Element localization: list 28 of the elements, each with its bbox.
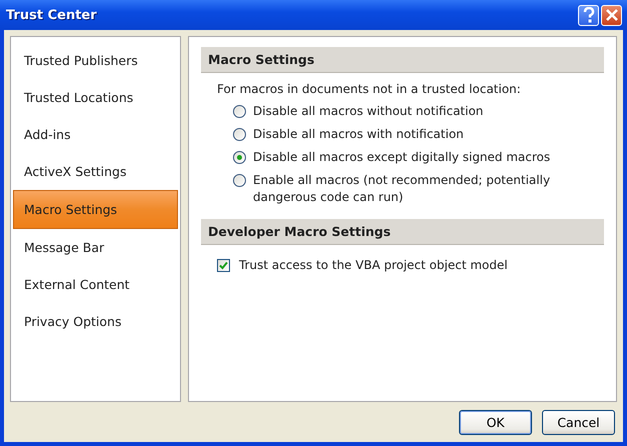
option-label: Trust access to the VBA project object model xyxy=(239,257,509,274)
radio-button[interactable] xyxy=(233,151,246,164)
help-button[interactable] xyxy=(578,4,599,26)
sidebar-item[interactable]: Macro Settings xyxy=(13,190,178,229)
sidebar-item[interactable]: Trusted Locations xyxy=(11,79,180,116)
radio-button[interactable] xyxy=(233,174,246,187)
help-icon xyxy=(582,7,596,23)
section-header: Macro Settings xyxy=(201,47,604,73)
close-button[interactable] xyxy=(601,4,622,26)
sidebar-item[interactable]: Message Bar xyxy=(11,229,180,266)
sidebar-item[interactable]: Privacy Options xyxy=(11,303,180,340)
option-label: Disable all macros except digitally signed macros xyxy=(253,149,552,166)
option-label: Disable all macros without notification xyxy=(253,103,484,120)
option-label: Disable all macros with notification xyxy=(253,126,465,143)
sidebar-item[interactable]: External Content xyxy=(11,266,180,303)
sidebar-item[interactable]: ActiveX Settings xyxy=(11,153,180,190)
sidebar-item[interactable]: Add-ins xyxy=(11,116,180,153)
window-title: Trust Center xyxy=(6,8,97,22)
option-label: Enable all macros (not recommended; potentially dangerous code can run) xyxy=(253,172,552,206)
close-icon xyxy=(604,8,618,22)
intro-text: For macros in documents not in a trusted location: xyxy=(217,82,522,96)
radio-button[interactable] xyxy=(233,128,246,141)
radio-button[interactable] xyxy=(233,105,246,118)
ok-button[interactable]: OK xyxy=(459,410,532,434)
sidebar-item[interactable]: Trusted Publishers xyxy=(11,42,180,79)
checkbox[interactable] xyxy=(217,259,230,272)
cancel-button[interactable]: Cancel xyxy=(542,410,615,434)
section-header: Developer Macro Settings xyxy=(201,219,604,245)
